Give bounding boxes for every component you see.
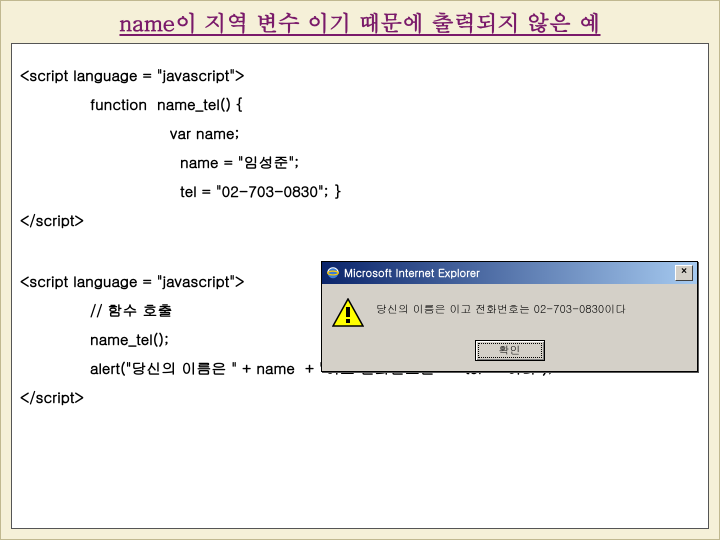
dialog-button-row: 확인 — [322, 336, 697, 371]
close-button[interactable]: × — [675, 265, 693, 281]
code-line: function name_tel() { — [20, 97, 700, 112]
code-line: <script language = "javascript"> — [20, 68, 700, 83]
alert-dialog: Microsoft Internet Explorer × 당신의 이름은 이고… — [321, 261, 698, 372]
code-line: </script> — [20, 390, 700, 405]
ok-button[interactable]: 확인 — [475, 340, 545, 361]
dialog-title-text: Microsoft Internet Explorer — [344, 266, 480, 281]
code-line: tel = "02-703-0830"; } — [20, 184, 700, 199]
code-line: </script> — [20, 213, 700, 228]
warning-icon — [332, 298, 364, 328]
code-line: var name; — [20, 126, 700, 141]
dialog-message: 당신의 이름은 이고 전화번호는 02-703-0830이다 — [376, 298, 626, 317]
code-line: name = "임성준"; — [20, 155, 700, 170]
dialog-titlebar: Microsoft Internet Explorer × — [322, 262, 697, 284]
ie-icon — [326, 266, 340, 280]
slide-title: name이 지역 변수 이기 때문에 출력되지 않은 예 — [1, 1, 719, 40]
dialog-body: 당신의 이름은 이고 전화번호는 02-703-0830이다 — [322, 284, 697, 336]
